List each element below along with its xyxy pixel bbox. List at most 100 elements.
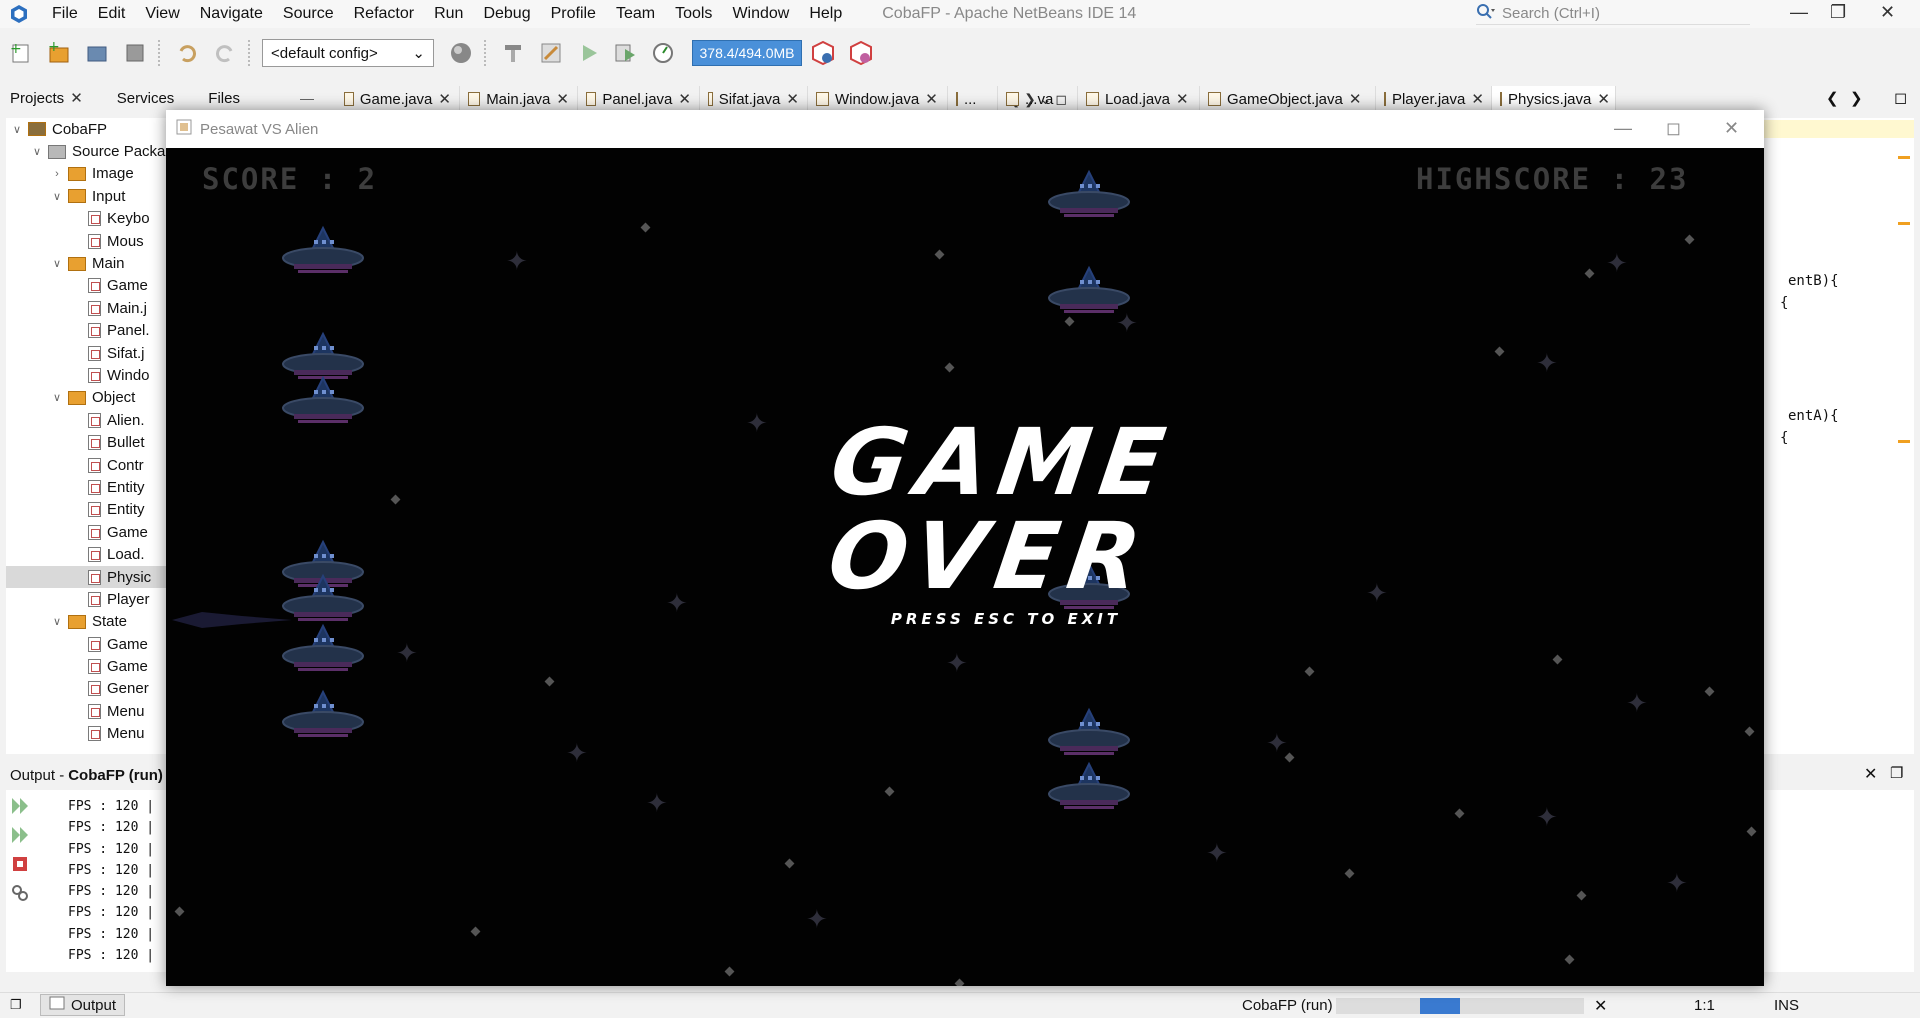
menu-refactor[interactable]: Refactor <box>344 0 424 28</box>
close-icon[interactable]: ✕ <box>1349 90 1362 108</box>
expanded-arrow-icon[interactable]: ∨ <box>10 123 24 136</box>
expanded-arrow-icon[interactable]: ∨ <box>50 615 64 628</box>
close-icon[interactable]: ✕ <box>1176 90 1189 108</box>
tree-package-item[interactable]: ∨ Object <box>6 387 166 409</box>
restore-icon[interactable]: ❐ <box>10 997 22 1013</box>
tab-services[interactable]: Services <box>107 86 185 112</box>
menu-tools[interactable]: Tools <box>665 0 722 28</box>
run-icon[interactable] <box>572 36 606 70</box>
restore-icon[interactable]: ❐ <box>1890 764 1903 782</box>
restore-icon[interactable]: ❐ <box>1830 2 1846 23</box>
tree-file-item[interactable]: Panel. <box>6 320 166 342</box>
save-all-button[interactable] <box>118 36 152 70</box>
close-icon[interactable]: ✕ <box>1880 2 1895 23</box>
tab-gameobject-java[interactable]: GameObject.java ✕ <box>1200 86 1376 112</box>
menu-debug[interactable]: Debug <box>473 0 540 28</box>
menu-profile[interactable]: Profile <box>541 0 606 28</box>
tree-file-item[interactable]: Keybo <box>6 208 166 230</box>
tree-file-item[interactable]: Physic <box>6 565 166 589</box>
expanded-arrow-icon[interactable]: ∨ <box>30 145 44 158</box>
stop-icon[interactable] <box>10 854 32 876</box>
tab-window-java[interactable]: Window.java ✕ <box>808 86 948 112</box>
tab-panel-java[interactable]: Panel.java ✕ <box>578 86 700 112</box>
menu-source[interactable]: Source <box>273 0 344 28</box>
tree-folder-item[interactable]: ∨ Source Packa <box>6 140 166 162</box>
new-file-button[interactable]: + <box>4 36 38 70</box>
output-status-tab[interactable]: Output <box>40 994 126 1016</box>
close-icon[interactable]: ✕ <box>1471 90 1484 108</box>
tree-file-item[interactable]: Menu <box>6 723 166 745</box>
tree-file-item[interactable]: Contr <box>6 454 166 476</box>
tree-project-item[interactable]: ∨ CobaFP <box>6 118 166 140</box>
profile-icon[interactable] <box>648 36 682 70</box>
tab--va[interactable]: ...va <box>998 86 1078 112</box>
rerun-with-options-icon[interactable] <box>10 825 32 847</box>
tree-file-item[interactable]: Game <box>6 275 166 297</box>
tree-file-item[interactable]: Game <box>6 521 166 543</box>
gc-icon[interactable] <box>806 36 840 70</box>
new-project-button[interactable]: + <box>42 36 76 70</box>
debug-icon[interactable] <box>610 36 644 70</box>
tab-files[interactable]: Files <box>198 86 250 112</box>
tree-file-item[interactable]: Entity <box>6 476 166 498</box>
menu-window[interactable]: Window <box>722 0 799 28</box>
tab-sifat-java[interactable]: Sifat.java ✕ <box>700 86 808 112</box>
tree-package-item[interactable]: ∨ Input <box>6 185 166 207</box>
cancel-run-icon[interactable]: ✕ <box>1594 996 1607 1016</box>
tab-player-java[interactable]: Player.java ✕ <box>1376 86 1492 112</box>
config-select[interactable]: <default config> ⌄ <box>262 39 434 67</box>
close-icon[interactable]: ✕ <box>556 90 569 108</box>
menu-navigate[interactable]: Navigate <box>190 0 273 28</box>
tab-[interactable]: ... ❮ ❯ ⌄ ◻ <box>948 86 1067 112</box>
menu-help[interactable]: Help <box>799 0 852 28</box>
game-window-titlebar[interactable]: Pesawat VS Alien <box>166 110 1764 148</box>
menu-team[interactable]: Team <box>606 0 665 28</box>
close-icon[interactable]: ✕ <box>1597 90 1610 108</box>
game-canvas[interactable]: ✦ ✦ ✦ ✦ ✦ ✦ ✦ ✦ ✦ ✦ ✦ ✦ ✦ ✦ ✦ ✦ ✦ SCORE : 2 HIGHSCORE : … <box>166 148 1764 986</box>
tree-file-item[interactable]: Sifat.j <box>6 342 166 364</box>
open-project-button[interactable] <box>80 36 114 70</box>
profiler-snapshot-icon[interactable] <box>844 36 878 70</box>
clean-build-icon[interactable] <box>534 36 568 70</box>
menu-edit[interactable]: Edit <box>88 0 136 28</box>
close-icon[interactable]: ✕ <box>786 90 799 108</box>
error-stripe-mark[interactable] <box>1898 222 1910 225</box>
minimize-panel-icon[interactable] <box>299 98 314 100</box>
menu-run[interactable]: Run <box>424 0 473 28</box>
tree-file-item[interactable]: Game <box>6 633 166 655</box>
tab-main-java[interactable]: Main.java ✕ <box>460 86 578 112</box>
tab-projects[interactable]: Projects ✕ <box>0 86 93 112</box>
close-icon[interactable]: ✕ <box>925 90 938 108</box>
tree-package-item[interactable]: › Image <box>6 163 166 185</box>
tree-file-item[interactable]: Main.j <box>6 297 166 319</box>
close-icon[interactable]: ✕ <box>678 90 691 108</box>
globe-icon[interactable] <box>444 36 478 70</box>
expanded-arrow-icon[interactable]: ∨ <box>50 190 64 203</box>
menu-view[interactable]: View <box>135 0 189 28</box>
undo-icon[interactable] <box>170 36 204 70</box>
tree-file-item[interactable]: Gener <box>6 678 166 700</box>
tree-file-item[interactable]: Alien. <box>6 409 166 431</box>
settings-icon[interactable] <box>10 883 32 905</box>
tab-game-java[interactable]: Game.java ✕ <box>336 86 460 112</box>
collapsed-arrow-icon[interactable]: › <box>50 168 64 180</box>
rerun-icon[interactable] <box>10 796 32 818</box>
menu-file[interactable]: File <box>42 0 88 28</box>
error-stripe-mark[interactable] <box>1898 440 1910 443</box>
close-icon[interactable]: ✕ <box>438 90 451 108</box>
search-box[interactable]: Search (Ctrl+I) <box>1476 3 1750 25</box>
tab-load-java[interactable]: Load.java ✕ <box>1078 86 1200 112</box>
close-icon[interactable]: ✕ <box>70 86 83 112</box>
game-window[interactable]: Pesawat VS Alien — ◻ ✕ ✦ ✦ ✦ ✦ ✦ ✦ ✦ ✦ ✦ ✦ ✦ ✦ ✦ ✦ ✦ ✦ ✦… <box>166 110 1764 986</box>
minimize-icon[interactable]: — <box>1790 2 1808 23</box>
expanded-arrow-icon[interactable]: ∨ <box>50 391 64 404</box>
redo-icon[interactable] <box>208 36 242 70</box>
chevron-left-icon[interactable]: ❮ <box>1826 89 1839 107</box>
chevron-right-icon[interactable]: ❯ <box>1850 89 1863 107</box>
close-icon[interactable]: ✕ <box>1864 764 1877 784</box>
maximize-icon[interactable]: ◻ <box>1666 118 1681 139</box>
close-icon[interactable]: ✕ <box>1724 118 1739 139</box>
tree-file-item[interactable]: Menu <box>6 700 166 722</box>
tree-package-item[interactable]: ∨ Main <box>6 252 166 274</box>
search-input[interactable]: Search (Ctrl+I) <box>1502 5 1600 22</box>
